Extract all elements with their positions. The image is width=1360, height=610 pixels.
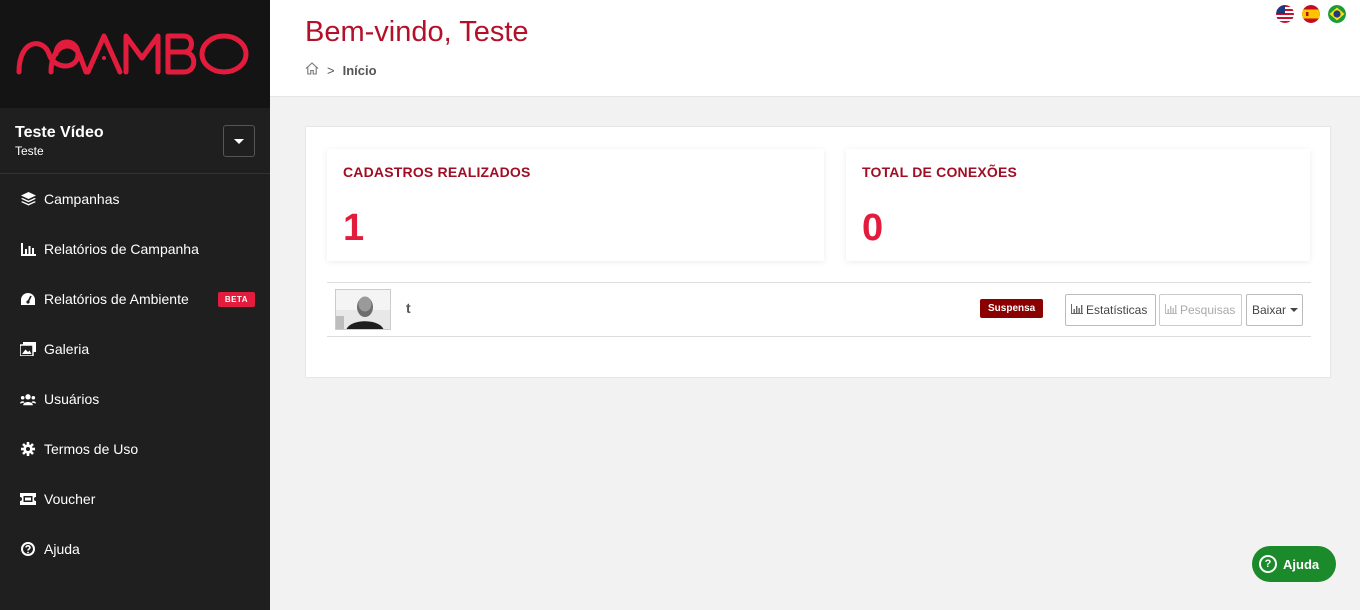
us-flag-icon[interactable]	[1276, 5, 1294, 23]
stat-value: 1	[343, 207, 365, 249]
chevron-down-icon	[1290, 308, 1299, 312]
user-box: Teste Vídeo Teste	[0, 108, 270, 174]
brazil-flag-icon[interactable]	[1328, 5, 1346, 23]
sidebar-item-termos-de-uso[interactable]: Termos de Uso	[0, 424, 270, 474]
sidebar-item-label: Ajuda	[44, 541, 80, 557]
user-menu-toggle[interactable]	[223, 125, 255, 157]
sidebar-item-campanhas[interactable]: Campanhas	[0, 174, 270, 224]
help-button-label: Ajuda	[1283, 556, 1320, 572]
surveys-button[interactable]: Pesquisas	[1159, 294, 1242, 326]
statistics-button-label: Estatísticas	[1086, 303, 1148, 317]
breadcrumb: > Início	[305, 62, 377, 78]
page-title: Bem-vindo, Teste	[305, 16, 529, 48]
status-badge: Suspensa	[980, 299, 1044, 318]
campaign-row: t Suspensa Estatísticas Pesquisas Baixar	[327, 282, 1311, 337]
beta-badge: BETA	[217, 292, 255, 307]
sidebar-item-label: Galeria	[44, 341, 90, 357]
sidebar-item-label: Campanhas	[44, 191, 120, 207]
home-icon[interactable]	[305, 62, 319, 78]
sidebar: Teste Vídeo Teste Campanhas Relatórios d…	[0, 0, 270, 610]
stat-card-conexoes: TOTAL DE CONEXÕES 0	[846, 149, 1310, 261]
campaign-thumbnail[interactable]	[335, 289, 391, 330]
breadcrumb-separator: >	[327, 62, 335, 78]
bar-chart-icon	[20, 241, 36, 257]
sidebar-item-voucher[interactable]: Voucher	[0, 474, 270, 524]
sidebar-item-galeria[interactable]: Galeria	[0, 324, 270, 374]
gauge-icon	[20, 291, 36, 307]
stat-value: 0	[862, 207, 884, 249]
sidebar-item-relatorios-campanha[interactable]: Relatórios de Campanha	[0, 224, 270, 274]
sidebar-item-label: Usuários	[44, 391, 100, 407]
language-switcher	[1276, 5, 1346, 23]
statistics-button[interactable]: Estatísticas	[1065, 294, 1156, 326]
gear-icon	[20, 441, 36, 457]
campaign-name[interactable]: t	[406, 300, 411, 316]
ticket-icon	[20, 491, 36, 507]
download-dropdown[interactable]: Baixar	[1246, 294, 1303, 326]
question-icon: ?	[1259, 555, 1277, 573]
help-floating-button[interactable]: ? Ajuda	[1252, 546, 1336, 582]
spain-flag-icon[interactable]	[1302, 5, 1320, 23]
images-icon	[20, 341, 36, 357]
download-button-label: Baixar	[1252, 303, 1287, 317]
sidebar-item-label: Relatórios de Campanha	[44, 241, 199, 257]
users-icon	[20, 391, 36, 407]
breadcrumb-current: Início	[342, 62, 377, 78]
sidebar-item-usuarios[interactable]: Usuários	[0, 374, 270, 424]
stat-card-cadastros: CADASTROS REALIZADOS 1	[327, 149, 824, 261]
dashboard-panel: CADASTROS REALIZADOS 1 TOTAL DE CONEXÕES…	[305, 126, 1331, 378]
sidebar-item-ajuda[interactable]: Ajuda	[0, 524, 270, 574]
user-subtitle: Teste	[15, 144, 44, 158]
bar-chart-icon	[1071, 303, 1083, 317]
sidebar-item-label: Termos de Uso	[44, 441, 139, 457]
sidebar-item-label: Voucher	[44, 491, 96, 507]
caret-down-icon	[234, 138, 244, 144]
sidebar-item-label: Relatórios de Ambiente	[44, 291, 189, 307]
stat-label: CADASTROS REALIZADOS	[343, 164, 531, 180]
sidebar-item-relatorios-ambiente[interactable]: Relatórios de Ambiente BETA	[0, 274, 270, 324]
user-name: Teste Vídeo	[15, 124, 104, 141]
layers-icon	[20, 191, 36, 207]
mambo-logo	[16, 33, 249, 75]
surveys-button-label: Pesquisas	[1180, 303, 1236, 317]
question-circle-icon	[20, 541, 36, 557]
sidebar-nav: Campanhas Relatórios de Campanha Relatór…	[0, 174, 270, 574]
page-header: Bem-vindo, Teste > Início	[270, 0, 1360, 97]
logo[interactable]	[0, 0, 270, 108]
stat-label: TOTAL DE CONEXÕES	[862, 164, 1018, 180]
bar-chart-icon	[1165, 303, 1177, 317]
